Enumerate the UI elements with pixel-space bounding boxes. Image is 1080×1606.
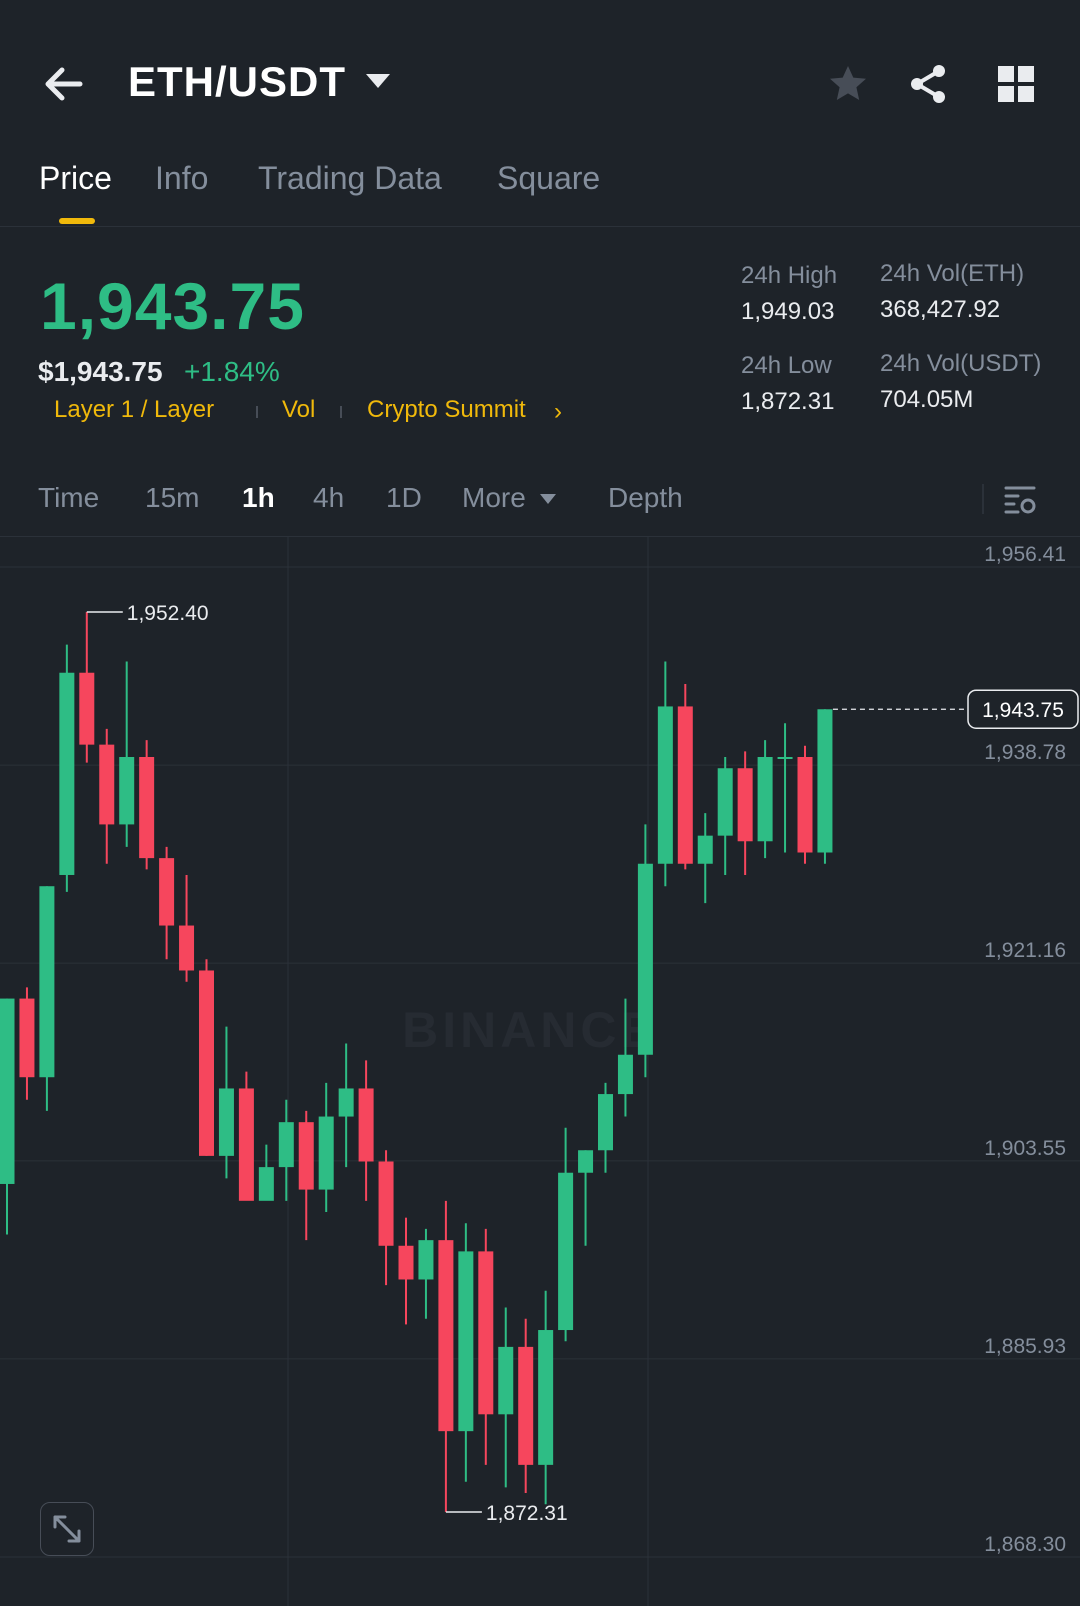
candle-body [598, 1094, 613, 1151]
candle-body [737, 768, 753, 842]
candle-body [119, 757, 135, 825]
candle-body [278, 1122, 294, 1168]
low-price-label: 1,872.31 [486, 1502, 568, 1525]
candle-body [59, 672, 75, 875]
candle-body [637, 863, 653, 1055]
chart-settings-icon[interactable] [1002, 482, 1038, 518]
pair-title[interactable]: ETH/USDT [128, 58, 346, 106]
chevron-right-icon[interactable]: › [554, 398, 562, 426]
star-icon[interactable] [826, 62, 870, 106]
interval-4h[interactable]: 4h [313, 482, 344, 514]
candle-body [697, 835, 713, 864]
y-axis-tick-label: 1,921.16 [984, 939, 1066, 962]
current-price-label: 1,943.75 [982, 699, 1064, 722]
expand-chart-button[interactable] [40, 1502, 94, 1556]
tag-layer1[interactable]: Layer 1 / Layer [54, 396, 214, 424]
stat-24h-high-value: 1,949.03 [741, 298, 835, 325]
y-axis-tick-label: 1,938.78 [984, 741, 1066, 764]
candle-body [617, 1054, 633, 1095]
interval-15m[interactable]: 15m [145, 482, 199, 514]
candle-body [199, 970, 214, 1156]
candle-body [79, 672, 95, 745]
candle-body [558, 1172, 574, 1331]
divider [982, 484, 984, 514]
candlestick-chart[interactable]: BINANCE 1,956.41 1,938.78 1,921.16 1,903.55… [0, 537, 1080, 1606]
candle-body [518, 1346, 534, 1465]
candle-body [797, 757, 813, 853]
tab-info[interactable]: Info [155, 160, 208, 197]
y-axis-tick-label: 1,885.93 [984, 1335, 1066, 1358]
tag-vol[interactable]: Vol [282, 396, 315, 424]
tag-divider [340, 406, 342, 418]
interval-time[interactable]: Time [38, 482, 99, 514]
caret-down-icon[interactable] [366, 74, 390, 88]
interval-1d[interactable]: 1D [386, 482, 422, 514]
candle-body [458, 1251, 474, 1432]
candle-body [99, 744, 115, 825]
stat-24h-low-value: 1,872.31 [741, 388, 835, 415]
tag-crypto-summit[interactable]: Crypto Summit [367, 396, 526, 424]
expand-icon [53, 1515, 81, 1543]
candle-body [139, 757, 155, 859]
tab-trading-data[interactable]: Trading Data [258, 160, 442, 197]
high-price-label: 1,952.40 [127, 602, 209, 625]
candle-body [398, 1245, 414, 1280]
candle-body [717, 768, 733, 836]
candle-body [258, 1167, 274, 1201]
top-bar: ETH/USDT [0, 40, 1080, 130]
tag-divider [256, 406, 258, 418]
candle-body [159, 858, 175, 926]
y-axis-tick-label: 1,903.55 [984, 1137, 1066, 1160]
candle-body [19, 998, 35, 1078]
tab-bar: Price Info Trading Data Square [0, 150, 1080, 227]
candle-body [677, 706, 693, 864]
stat-24h-vol-usdt-value: 704.05M [880, 386, 974, 413]
interval-more[interactable]: More [462, 482, 526, 514]
caret-down-icon[interactable] [540, 494, 556, 504]
stat-24h-low-label: 24h Low [741, 352, 832, 379]
interval-bar: Time 15m 1h 4h 1D More Depth [0, 470, 1080, 537]
candle-body [378, 1161, 394, 1246]
stat-24h-high-label: 24h High [741, 262, 838, 289]
candles [0, 612, 833, 1512]
candle-body [657, 706, 673, 864]
candle-body [179, 925, 195, 971]
stat-24h-vol-eth-value: 368,427.92 [880, 296, 1001, 323]
price-change-percent: +1.84% [184, 356, 280, 387]
candle-body [358, 1088, 374, 1162]
candle-body [578, 1150, 594, 1173]
stat-24h-vol-eth-label: 24h Vol(ETH) [880, 260, 1025, 287]
candle-body [338, 1088, 354, 1117]
watermark: BINANCE [402, 1002, 658, 1058]
tab-square[interactable]: Square [497, 160, 600, 197]
candle-body [298, 1122, 314, 1190]
candle-body [538, 1330, 554, 1465]
active-tab-indicator [59, 218, 95, 224]
candle-body [238, 1088, 254, 1201]
y-axis-tick-label: 1,868.30 [984, 1533, 1066, 1556]
candle-body [438, 1240, 454, 1432]
candle-body [817, 709, 833, 853]
candle-body [0, 998, 15, 1184]
candle-body [757, 757, 773, 842]
price-usd: $1,943.75 [38, 356, 163, 387]
last-price: 1,943.75 [40, 269, 305, 343]
y-axis-tick-label: 1,956.41 [984, 543, 1066, 566]
candle-body [777, 757, 793, 759]
candle-body [498, 1346, 514, 1415]
interval-depth[interactable]: Depth [608, 482, 683, 514]
candle-body [39, 886, 55, 1078]
share-icon[interactable] [906, 62, 950, 106]
tab-price[interactable]: Price [39, 160, 112, 197]
stat-24h-vol-usdt-label: 24h Vol(USDT) [880, 350, 1042, 377]
interval-1h[interactable]: 1h [242, 482, 275, 514]
grid-icon[interactable] [996, 64, 1036, 104]
back-arrow-icon[interactable] [40, 62, 88, 106]
candle-body [418, 1240, 434, 1280]
candle-body [218, 1088, 234, 1156]
candle-body [318, 1116, 334, 1190]
candle-body [478, 1251, 494, 1415]
